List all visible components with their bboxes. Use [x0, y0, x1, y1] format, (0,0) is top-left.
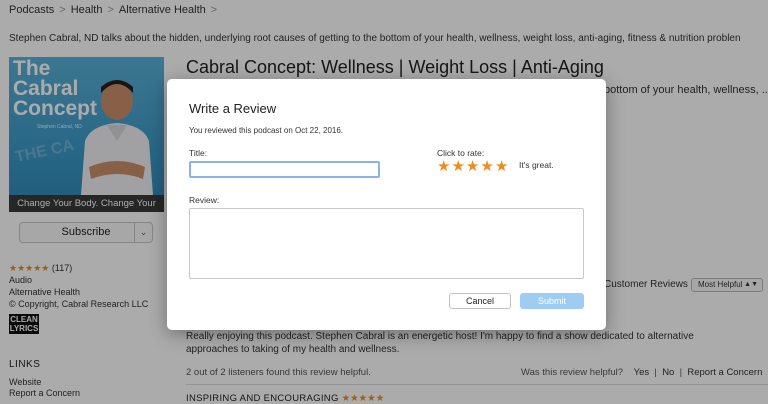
star-icon[interactable]: ★	[451, 157, 465, 175]
star-icon[interactable]: ★	[495, 157, 509, 175]
star-icon[interactable]: ★	[480, 157, 494, 175]
star-icon[interactable]: ★	[437, 157, 451, 175]
submit-button[interactable]: Submit	[520, 293, 584, 309]
star-rating-input[interactable]: ★★★★★	[437, 157, 509, 175]
star-icon[interactable]: ★	[466, 157, 480, 175]
review-body-textarea[interactable]	[189, 208, 584, 279]
dialog-title: Write a Review	[189, 101, 277, 116]
rating-description: It's great.	[519, 160, 554, 170]
review-field-label: Review:	[189, 195, 220, 205]
write-review-dialog: Write a Review You reviewed this podcast…	[167, 79, 606, 330]
review-title-input[interactable]	[189, 161, 380, 178]
title-field-label: Title:	[189, 148, 208, 158]
cancel-button[interactable]: Cancel	[449, 293, 511, 309]
dialog-subtitle: You reviewed this podcast on Oct 22, 201…	[189, 126, 344, 135]
